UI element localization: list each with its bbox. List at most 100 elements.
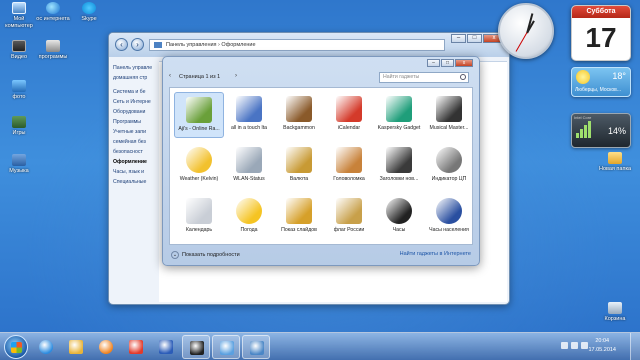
taskbar-app[interactable]: [242, 335, 270, 359]
gadget-item[interactable]: Календарь: [174, 194, 224, 240]
prev-page-icon[interactable]: ‹: [169, 73, 171, 79]
network-icon[interactable]: [561, 342, 568, 349]
desktop-icon-recycle-bin[interactable]: Корзина: [598, 302, 632, 323]
weather-gadget[interactable]: 18° Люберцы, Москов...: [571, 67, 631, 97]
sidebar-item-accessibility[interactable]: Специальные: [113, 177, 163, 187]
flag-icon: [336, 198, 362, 224]
calendar-weekday: Суббота: [572, 6, 630, 18]
control-panel-titlebar[interactable]: ‹ › Панель управления › Оформление – □ x: [109, 33, 509, 57]
folder-icon: [608, 152, 622, 164]
desktop-icon-label: фото: [12, 94, 26, 100]
desktop-icon-music[interactable]: Музыка: [2, 154, 36, 175]
gadget-item[interactable]: Часы: [374, 194, 424, 240]
show-details-button[interactable]: ⌄ Показать подробности: [171, 251, 240, 259]
tray-date: 17.05.2014: [588, 347, 616, 353]
globe-icon: [436, 198, 462, 224]
weather-temperature: 18°: [612, 71, 626, 81]
next-page-icon[interactable]: ›: [235, 73, 237, 79]
gallery-maximize-button[interactable]: □: [441, 59, 454, 67]
address-bar[interactable]: Панель управления › Оформление: [149, 39, 445, 51]
gadget-label: флаг России: [333, 227, 365, 233]
gadget-item[interactable]: Часы населения: [424, 194, 474, 240]
desktop-icon-video[interactable]: Видео: [2, 40, 36, 61]
slideshow-icon: [286, 198, 312, 224]
gadget-label: Индикатор ЦП: [431, 176, 467, 182]
gadget-label: Головоломка: [333, 176, 365, 182]
sidebar-item-hardware[interactable]: Оборудовани: [113, 107, 163, 117]
show-desktop-button[interactable]: [630, 333, 640, 360]
sidebar-item-security[interactable]: безопасност: [113, 147, 163, 157]
sidebar-item-network[interactable]: Сеть и Интерне: [113, 97, 163, 107]
gadget-item[interactable]: Заголовки нов...: [374, 143, 424, 189]
gadget-item[interactable]: Показ слайдов: [274, 194, 324, 240]
back-button[interactable]: ‹: [115, 38, 128, 51]
search-icon[interactable]: [460, 74, 466, 80]
maximize-button[interactable]: □: [467, 34, 482, 43]
gallery-header: ‹ Страница 1 из 1 › Найти гаджеты: [169, 71, 473, 85]
ie-icon: [39, 340, 53, 354]
gadget-item[interactable]: Aji's - Online Ra...: [174, 92, 224, 138]
gadget-item[interactable]: Головоломка: [324, 143, 374, 189]
cpu-gadget[interactable]: Intel Core 14%: [571, 113, 631, 148]
gadget-item[interactable]: Погода: [224, 194, 274, 240]
gadget-grid: Aji's - Online Ra... all in a touch lta Ba…: [169, 87, 473, 245]
gadget-item[interactable]: Backgammon: [274, 92, 324, 138]
desktop-icon-skype[interactable]: Skype: [72, 2, 106, 23]
tray-clock[interactable]: 20:04 17.05.2014: [588, 337, 616, 355]
gallery-minimize-button[interactable]: –: [427, 59, 440, 67]
sidebar-item-accounts[interactable]: Учетные запи: [113, 127, 163, 137]
taskbar-app[interactable]: [32, 335, 60, 359]
desktop-icon-photo[interactable]: фото: [2, 80, 36, 101]
gadget-item[interactable]: флаг России: [324, 194, 374, 240]
sun-icon: [236, 198, 262, 224]
photo-icon: [12, 80, 26, 92]
gadget-label: Погода: [240, 227, 258, 233]
currency-icon: [286, 147, 312, 173]
weather-city: Люберцы, Москов...: [575, 87, 621, 93]
gadget-label: iCalendar: [337, 125, 361, 131]
yandex-icon: [129, 340, 143, 354]
calendar-gadget[interactable]: Суббота 17: [571, 5, 631, 61]
desktop-icon-new-folder[interactable]: Новая папка: [596, 152, 634, 173]
start-button[interactable]: [4, 335, 28, 359]
sidebar-item-system[interactable]: Система и бе: [113, 87, 163, 97]
taskbar-app[interactable]: [182, 335, 210, 359]
gadget-item[interactable]: WLAN-Status: [224, 143, 274, 189]
desktop-icon-internet[interactable]: ос интернета: [36, 2, 70, 23]
cpu-value: 14%: [607, 126, 626, 136]
gadget-item[interactable]: iCalendar: [324, 92, 374, 138]
sidebar-item-appearance[interactable]: Оформление: [113, 157, 163, 167]
gadget-item[interactable]: Валюта: [274, 143, 324, 189]
clock-gadget[interactable]: [498, 3, 554, 59]
gallery-close-button[interactable]: x: [455, 59, 473, 67]
sidebar-item-control-panel[interactable]: Панель управле: [113, 63, 163, 73]
desktop-icon-computer[interactable]: Мой компьютер: [2, 2, 36, 30]
sidebar-item-programs[interactable]: Программы: [113, 117, 163, 127]
gadget-label: Заголовки нов...: [379, 176, 419, 182]
desktop-icon-games[interactable]: Игры: [2, 116, 36, 137]
gadget-item[interactable]: Musical Master...: [424, 92, 474, 138]
window-controls: – □ x: [450, 34, 505, 43]
gadget-item[interactable]: all in a touch lta: [224, 92, 274, 138]
volume-icon[interactable]: [571, 342, 578, 349]
clock-icon: [386, 198, 412, 224]
taskbar-app[interactable]: [62, 335, 90, 359]
gadget-item[interactable]: Kaspersky Gadget: [374, 92, 424, 138]
flag-icon[interactable]: [581, 342, 588, 349]
taskbar-app[interactable]: [122, 335, 150, 359]
gadget-item[interactable]: Индикатор ЦП: [424, 143, 474, 189]
sidebar-item-clock-language[interactable]: Часы, язык и: [113, 167, 163, 177]
taskbar-app[interactable]: [152, 335, 180, 359]
taskbar-app[interactable]: [212, 335, 240, 359]
taskbar-app[interactable]: [92, 335, 120, 359]
sidebar-item-home[interactable]: домашняя стр: [113, 73, 163, 83]
news-icon: [386, 147, 412, 173]
forward-button[interactable]: ›: [131, 38, 144, 51]
gadget-item[interactable]: Weather (Kelvin): [174, 143, 224, 189]
desktop-icon-programs[interactable]: программы: [36, 40, 70, 61]
get-more-gadgets-link[interactable]: Найти гаджеты в Интернете: [400, 251, 471, 257]
sidebar-item-family-safety[interactable]: семейная без: [113, 137, 163, 147]
minimize-button[interactable]: –: [451, 34, 466, 43]
gadget-search-input[interactable]: Найти гаджеты: [379, 72, 469, 83]
calendar-page-icon: [186, 198, 212, 224]
